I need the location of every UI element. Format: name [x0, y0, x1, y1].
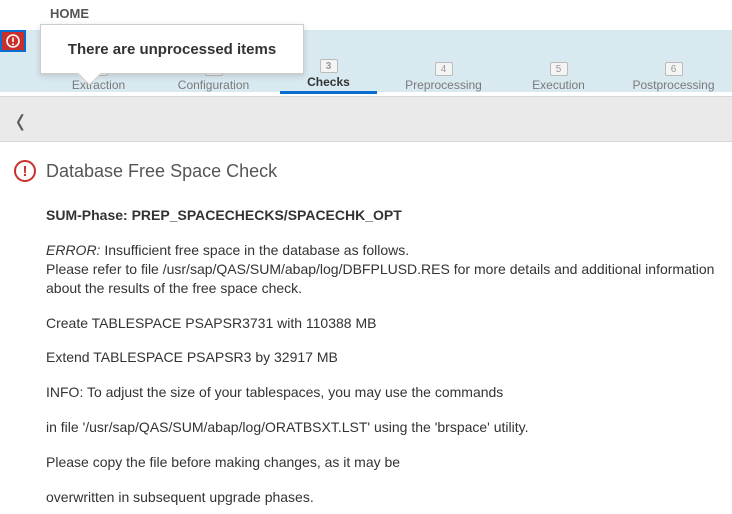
copy-line: Please copy the file before making chang…	[46, 453, 718, 472]
tooltip-text: There are unprocessed items	[68, 41, 276, 58]
step-label: Postprocessing	[632, 78, 714, 92]
error-prefix: ERROR:	[46, 242, 100, 258]
home-link[interactable]: HOME	[50, 6, 89, 21]
alert-icon	[6, 34, 20, 48]
phase-label: SUM-Phase:	[46, 207, 132, 223]
error-text-1: Insufficient free space in the database …	[100, 242, 409, 258]
alert-badge[interactable]	[0, 30, 26, 52]
unprocessed-items-tooltip: There are unprocessed items	[40, 24, 304, 74]
overwrite-line: overwritten in subsequent upgrade phases…	[46, 488, 718, 507]
step-number: 4	[435, 62, 453, 76]
content-area: ! Database Free Space Check SUM-Phase: P…	[0, 142, 732, 507]
step-number: 5	[550, 62, 568, 76]
error-text-2: Please refer to file /usr/sap/QAS/SUM/ab…	[46, 261, 714, 296]
file-line: in file '/usr/sap/QAS/SUM/abap/log/ORATB…	[46, 418, 718, 437]
step-preprocessing[interactable]: 4 Preprocessing	[395, 61, 492, 94]
step-number: 6	[665, 62, 683, 76]
step-label: Configuration	[178, 78, 249, 92]
step-label: Preprocessing	[405, 78, 482, 92]
page-title: Database Free Space Check	[46, 161, 277, 182]
error-icon: !	[14, 160, 36, 182]
info-line: INFO: To adjust the size of your tablesp…	[46, 383, 718, 402]
sub-bar: ‹	[0, 96, 732, 142]
step-postprocessing[interactable]: 6 Postprocessing	[625, 61, 722, 94]
step-execution[interactable]: 5 Execution	[510, 61, 607, 94]
step-label: Checks	[307, 75, 350, 89]
step-number: 3	[320, 59, 338, 73]
phase-value: PREP_SPACECHECKS/SPACECHK_OPT	[132, 207, 402, 223]
title-row: ! Database Free Space Check	[14, 160, 718, 182]
message-body: SUM-Phase: PREP_SPACECHECKS/SPACECHK_OPT…	[14, 206, 718, 507]
create-tablespace-line: Create TABLESPACE PSAPSR3731 with 110388…	[46, 314, 718, 333]
step-label: Extraction	[72, 78, 125, 92]
top-bar: HOME There are unprocessed items 1 Extra…	[0, 0, 732, 96]
extend-tablespace-line: Extend TABLESPACE PSAPSR3 by 32917 MB	[46, 348, 718, 367]
back-button[interactable]: ‹	[16, 98, 25, 140]
step-label: Execution	[532, 78, 585, 92]
